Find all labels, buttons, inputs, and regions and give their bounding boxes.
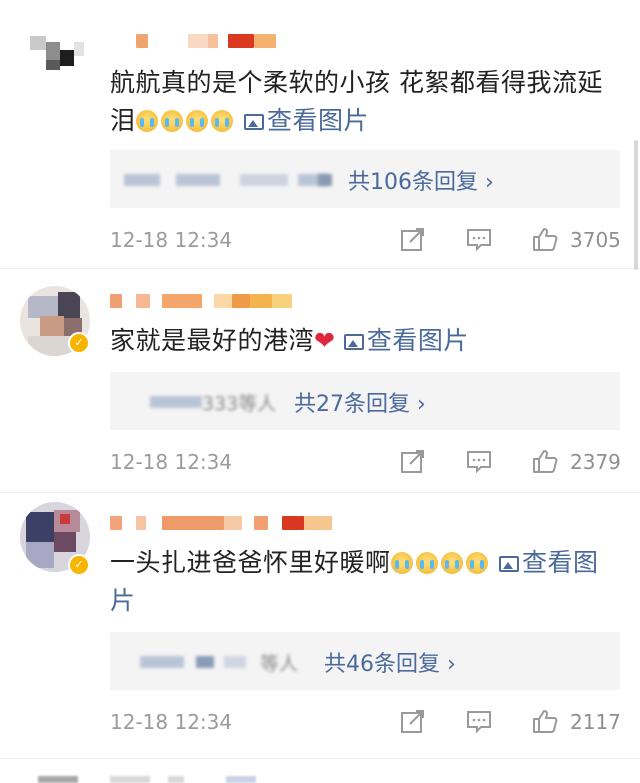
replies-box[interactable]: 共106条回复 › <box>110 150 620 208</box>
timestamp: 12-18 12:34 <box>110 450 233 474</box>
comment-icon[interactable] <box>466 708 492 734</box>
like-icon[interactable] <box>532 448 558 474</box>
heart-icon: ❤ <box>314 326 336 355</box>
replies-count[interactable]: 共27条回复 › <box>294 386 426 418</box>
avatar[interactable] <box>20 20 90 90</box>
view-image-link[interactable]: 查看图片 <box>243 106 369 135</box>
verified-badge-icon: ✓ <box>68 332 90 354</box>
like-icon[interactable] <box>532 226 558 252</box>
share-icon[interactable] <box>400 448 426 474</box>
replies-box[interactable]: 333等人 共27条回复 › <box>110 372 620 430</box>
crying-emoji-icon <box>440 552 463 574</box>
comment-icon[interactable] <box>466 448 492 474</box>
view-image-label: 查看图片 <box>366 326 469 355</box>
replies-names-blurred: 等人 <box>260 653 299 675</box>
comment-body: 一头扎进爸爸怀里好暖啊 <box>110 548 391 577</box>
crying-emoji-icon <box>390 552 413 574</box>
view-image-label: 查看图片 <box>266 106 369 135</box>
picture-icon <box>243 114 264 130</box>
comment-text: 航航真的是个柔软的小孩 花絮都看得我流延泪 查看图片 <box>110 64 610 140</box>
like-icon[interactable] <box>532 708 558 734</box>
timestamp: 12-18 12:34 <box>110 710 233 734</box>
like-count: 3705 <box>570 228 621 252</box>
comment-meta: 12-18 12:34 2379 <box>110 448 621 478</box>
crying-emoji-icon <box>415 552 438 574</box>
share-icon[interactable] <box>400 708 426 734</box>
picture-icon <box>343 334 364 350</box>
username-blurred[interactable] <box>110 30 290 52</box>
comment-meta: 12-18 12:34 2117 <box>110 708 621 738</box>
crying-emoji-icon <box>160 110 183 132</box>
divider <box>0 268 640 269</box>
username-blurred[interactable] <box>110 512 350 534</box>
crying-emoji-icon <box>210 110 233 132</box>
comment-text: 一头扎进爸爸怀里好暖啊 查看图片 <box>110 544 610 620</box>
picture-icon <box>498 556 519 572</box>
replies-names-blurred: 333等人 <box>202 393 277 415</box>
scrollbar[interactable] <box>634 140 638 270</box>
comment-body: 家就是最好的港湾 <box>110 326 315 355</box>
share-icon[interactable] <box>400 226 426 252</box>
comment-meta: 12-18 12:34 3705 <box>110 226 621 256</box>
replies-count[interactable]: 共46条回复 › <box>324 646 456 678</box>
next-comment-partial <box>0 772 640 783</box>
like-count: 2117 <box>570 710 621 734</box>
like-count: 2379 <box>570 450 621 474</box>
crying-emoji-icon <box>185 110 208 132</box>
verified-badge-icon: ✓ <box>68 554 90 576</box>
comment-text: 家就是最好的港湾❤ 查看图片 <box>110 322 610 360</box>
username-blurred[interactable] <box>110 290 310 312</box>
crying-emoji-icon <box>135 110 158 132</box>
view-image-link[interactable]: 查看图片 <box>343 326 469 355</box>
timestamp: 12-18 12:34 <box>110 228 233 252</box>
replies-box[interactable]: 等人 共46条回复 › <box>110 632 620 690</box>
comment-icon[interactable] <box>466 226 492 252</box>
replies-count[interactable]: 共106条回复 › <box>348 164 494 196</box>
crying-emoji-icon <box>465 552 488 574</box>
divider <box>0 758 640 759</box>
divider <box>0 492 640 493</box>
